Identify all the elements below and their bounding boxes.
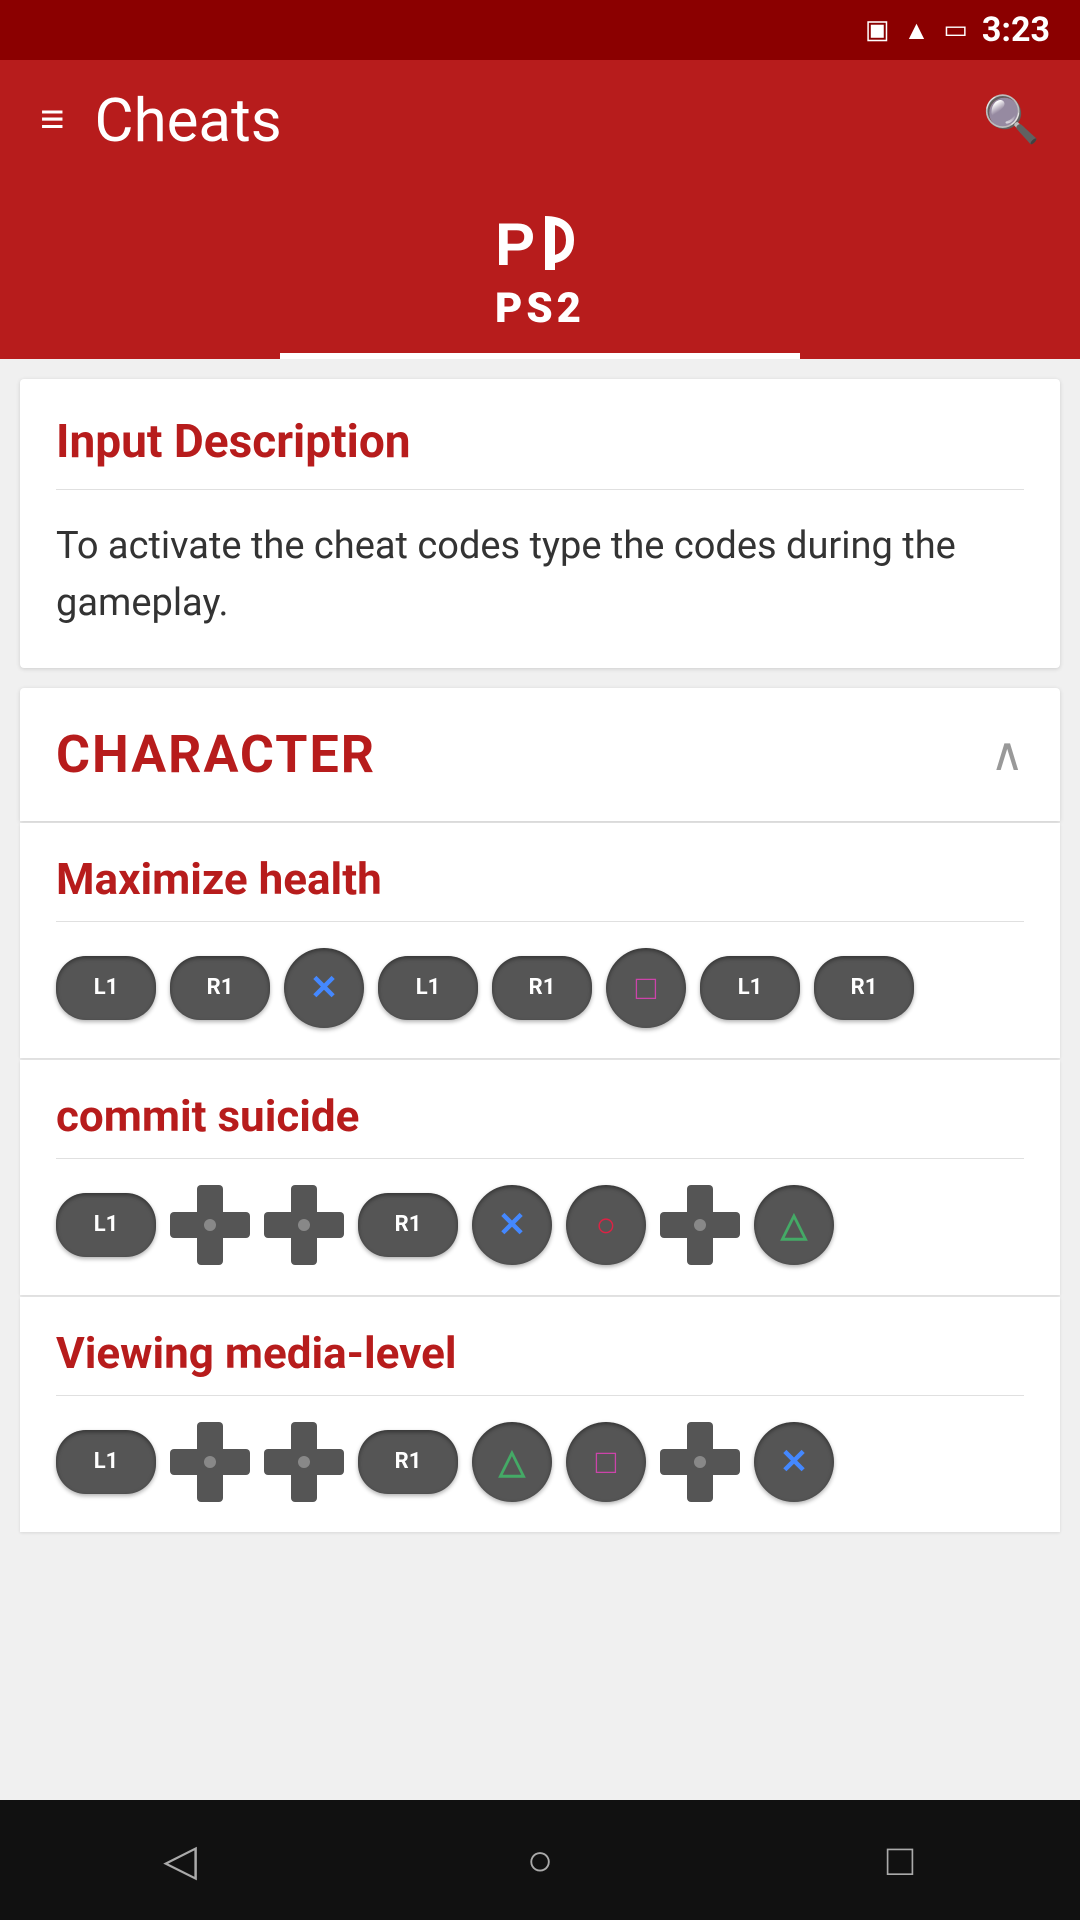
button-sequence-3: L1 R1 △ □ ✕ [56, 1422, 1024, 1502]
back-button[interactable]: ◁ [130, 1810, 230, 1910]
app-bar-left: ≡ Cheats [40, 85, 282, 156]
dpad-btn-2 [264, 1185, 344, 1265]
svg-text:P: P [495, 211, 533, 278]
circle-btn-cs: ○ [566, 1185, 646, 1265]
logo-section: P PS2 [0, 180, 1080, 359]
cheat-entry-commit-suicide: commit suicide L1 R1 ✕ ○ [20, 1060, 1060, 1295]
status-time: 3:23 [982, 10, 1050, 50]
status-bar: ▣ ▲ ▭ 3:23 [0, 0, 1080, 60]
input-description-title: Input Description [56, 415, 411, 469]
cross-btn-vm: ✕ [754, 1422, 834, 1502]
menu-icon[interactable]: ≡ [40, 99, 65, 141]
l1-btn-vm: L1 [56, 1430, 156, 1494]
r1-btn-vm: R1 [358, 1430, 458, 1494]
r1-btn-2: R1 [492, 956, 592, 1020]
cross-btn: ✕ [284, 948, 364, 1028]
cheat-name: Maximize health [56, 853, 1024, 905]
dpad-btn-vm-1 [170, 1422, 250, 1502]
status-icons: ▣ ▲ ▭ 3:23 [865, 10, 1050, 50]
cheat-name-2: commit suicide [56, 1090, 1024, 1142]
search-icon[interactable]: 🔍 [983, 93, 1040, 147]
dpad-btn-vm-3 [660, 1422, 740, 1502]
vibrate-icon: ▣ [865, 15, 890, 45]
button-sequence: L1 R1 ✕ L1 R1 □ L1 R1 [56, 948, 1024, 1028]
l1-btn: L1 [56, 956, 156, 1020]
cheat-divider-2 [56, 1158, 1024, 1159]
character-section-title: CHARACTER [56, 724, 376, 785]
r1-btn-3: R1 [814, 956, 914, 1020]
triangle-btn-vm: △ [472, 1422, 552, 1502]
cheat-name-3: Viewing media-level [56, 1327, 1024, 1379]
content-area: Input Description To activate the cheat … [0, 359, 1080, 1800]
cheat-entry-maximize-health: Maximize health L1 R1 ✕ L1 R1 □ L1 R1 [20, 823, 1060, 1058]
signal-icon: ▲ [904, 15, 930, 46]
r1-btn-cs: R1 [358, 1193, 458, 1257]
cheat-divider [56, 921, 1024, 922]
l1-btn-2: L1 [378, 956, 478, 1020]
square-btn-vm: □ [566, 1422, 646, 1502]
button-sequence-2: L1 R1 ✕ ○ △ [56, 1185, 1024, 1265]
battery-icon: ▭ [943, 15, 968, 45]
dpad-btn-vm-2 [264, 1422, 344, 1502]
ps2-logo: P PS2 [490, 210, 590, 333]
dpad-btn-1 [170, 1185, 250, 1265]
input-description-body: To activate the cheat codes type the cod… [20, 490, 1060, 668]
cross-btn-cs: ✕ [472, 1185, 552, 1265]
home-button[interactable]: ○ [490, 1810, 590, 1910]
dpad-btn-3 [660, 1185, 740, 1265]
character-section-header[interactable]: CHARACTER ∧ [20, 688, 1060, 821]
ps2-text: PS2 [495, 284, 585, 333]
cheat-divider-3 [56, 1395, 1024, 1396]
ps-symbol: P [490, 210, 590, 288]
r1-btn: R1 [170, 956, 270, 1020]
l1-btn-cs: L1 [56, 1193, 156, 1257]
cheat-entry-viewing-media: Viewing media-level L1 R1 △ □ [20, 1297, 1060, 1532]
square-btn: □ [606, 948, 686, 1028]
card-header: Input Description [20, 379, 1060, 489]
app-title: Cheats [95, 85, 282, 156]
nav-bar: ◁ ○ □ [0, 1800, 1080, 1920]
triangle-btn-cs: △ [754, 1185, 834, 1265]
input-description-card: Input Description To activate the cheat … [20, 379, 1060, 668]
l1-btn-3: L1 [700, 956, 800, 1020]
chevron-up-icon: ∧ [990, 727, 1024, 782]
recent-button[interactable]: □ [850, 1810, 950, 1910]
app-bar: ≡ Cheats 🔍 [0, 60, 1080, 180]
